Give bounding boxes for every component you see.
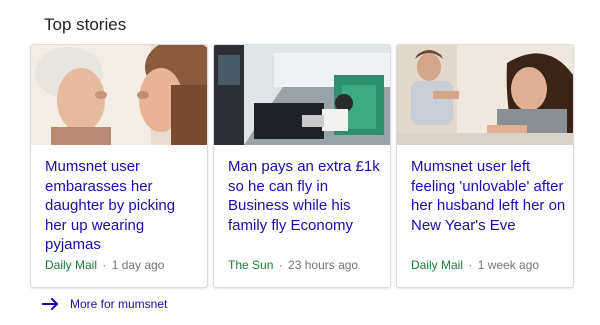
story-thumbnail[interactable]: [31, 45, 207, 145]
section-title: Top stories: [44, 15, 127, 34]
more-for-label: More for mumsnet: [70, 297, 168, 311]
story-headline[interactable]: Man pays an extra £1k so he can fly in B…: [228, 157, 383, 235]
story-time: 1 week ago: [477, 258, 540, 272]
story-card[interactable]: Man pays an extra £1k so he can fly in B…: [213, 44, 391, 288]
meta-separator: ·: [465, 258, 476, 272]
more-for-link[interactable]: More for mumsnet: [42, 294, 167, 314]
story-card[interactable]: Mumsnet user left feeling 'unlovable' af…: [396, 44, 574, 288]
story-headline[interactable]: Mumsnet user left feeling 'unlovable' af…: [411, 157, 566, 235]
meta-separator: ·: [275, 258, 287, 272]
story-time: 23 hours ago: [288, 258, 359, 272]
meta-separator: ·: [99, 258, 110, 272]
story-thumbnail[interactable]: [397, 45, 573, 145]
top-stories-carousel: Mumsnet user embarasses her daughter by …: [30, 44, 575, 288]
story-source: Daily Mail: [45, 258, 98, 272]
arrow-right-icon: [42, 297, 59, 311]
story-meta: Daily Mail · 1 day ago: [45, 258, 164, 272]
story-source: The Sun: [228, 258, 274, 272]
story-time: 1 day ago: [111, 258, 165, 272]
story-headline[interactable]: Mumsnet user embarasses her daughter by …: [45, 157, 200, 255]
story-thumbnail[interactable]: [214, 45, 390, 145]
story-source: Daily Mail: [411, 258, 464, 272]
story-meta: The Sun · 23 hours ago: [228, 258, 358, 272]
story-meta: Daily Mail · 1 week ago: [411, 258, 539, 272]
story-card[interactable]: Mumsnet user embarasses her daughter by …: [30, 44, 208, 288]
